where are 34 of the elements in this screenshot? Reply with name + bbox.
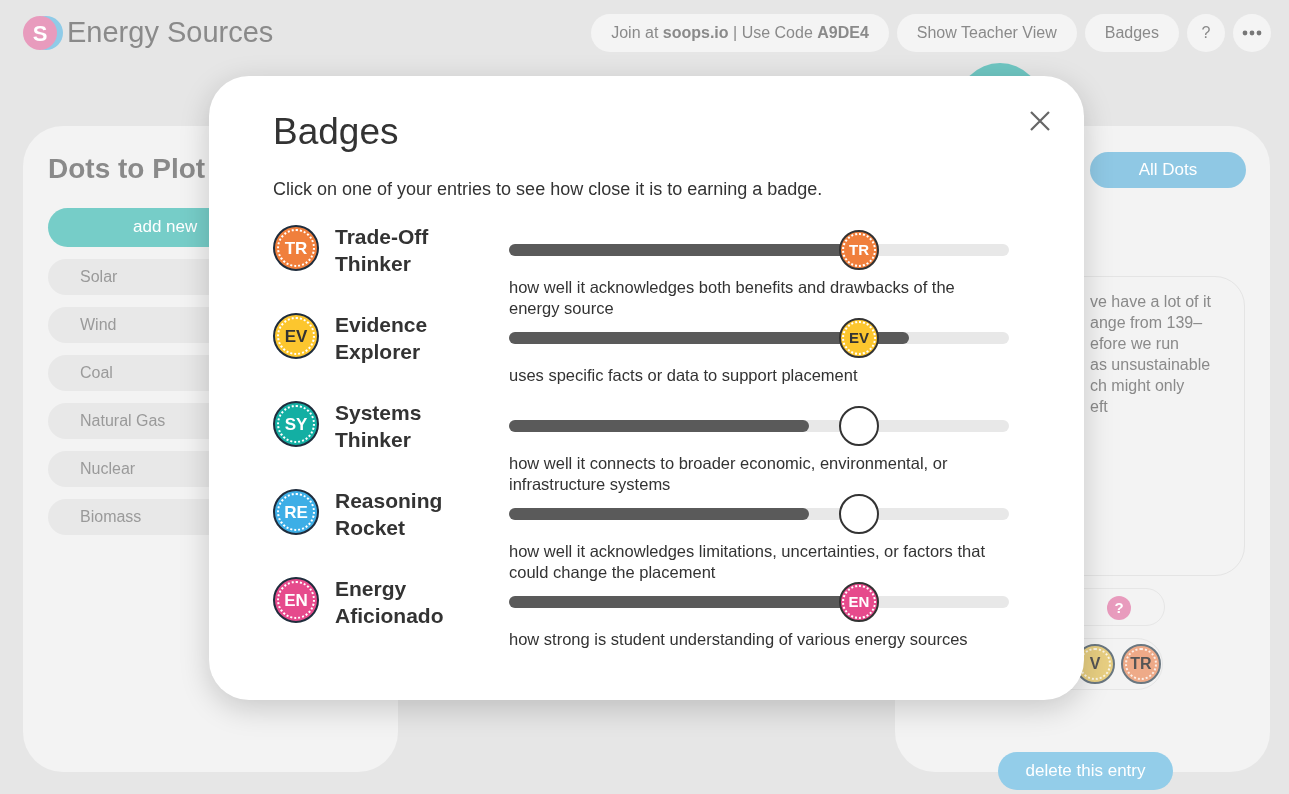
note-text: ch might only <box>1090 376 1186 396</box>
help-button[interactable]: ? <box>1187 14 1225 52</box>
badge-description: how well it acknowledges both benefits and drawbacks of the energy source <box>509 277 956 320</box>
modal-title: Badges <box>273 110 400 154</box>
join-code-pill[interactable]: Join at soops.io | Use Code A9DE4 <box>591 14 889 52</box>
badge-icon: EV <box>273 313 319 360</box>
badge-description: uses specific facts or data to support placement <box>509 365 859 387</box>
badge-icon: EN <box>273 577 319 624</box>
badge-icon: SY <box>273 401 319 448</box>
header-button[interactable]: Badges <box>1084 14 1179 52</box>
badge-marker: EN <box>839 582 879 623</box>
badge-description: how well it connects to broader economic, environmental, or infrastructure systems <box>509 453 949 496</box>
note-text: eft <box>1090 397 1109 417</box>
badge-marker: TR <box>839 230 879 271</box>
badge-description: how well it acknowledges limitations, uncertainties, or factors that could change the placement <box>509 541 986 584</box>
badge-icon: RE <box>273 489 319 536</box>
delete-button[interactable]: delete this entry <box>998 752 1173 790</box>
badge-name: Energy Aficionado <box>335 576 445 630</box>
app-title: Energy Sources <box>67 15 274 51</box>
header-button[interactable]: Show Teacher View <box>896 14 1077 52</box>
badge-icon: TR <box>273 225 319 272</box>
modal-subtitle: Click on one of your entries to see how close it is to earning a badge. <box>273 178 824 202</box>
note-text: efore we run <box>1090 334 1180 354</box>
note-text: ange from 139– <box>1090 313 1204 333</box>
filter-button[interactable]: All Dots <box>1090 152 1246 188</box>
help-icon[interactable]: ? <box>1107 596 1131 620</box>
more-button[interactable] <box>1233 14 1271 52</box>
more-icon <box>1242 30 1262 36</box>
panel-title: Dots to Plot <box>48 152 207 186</box>
badge-token: TR <box>1121 644 1161 684</box>
note-text: as unsustainable <box>1090 355 1212 375</box>
badge-marker: EV <box>839 318 879 359</box>
note-text: ve have a lot of it <box>1090 292 1212 312</box>
badge-description: how strong is student understanding of various energy sources <box>509 629 969 651</box>
